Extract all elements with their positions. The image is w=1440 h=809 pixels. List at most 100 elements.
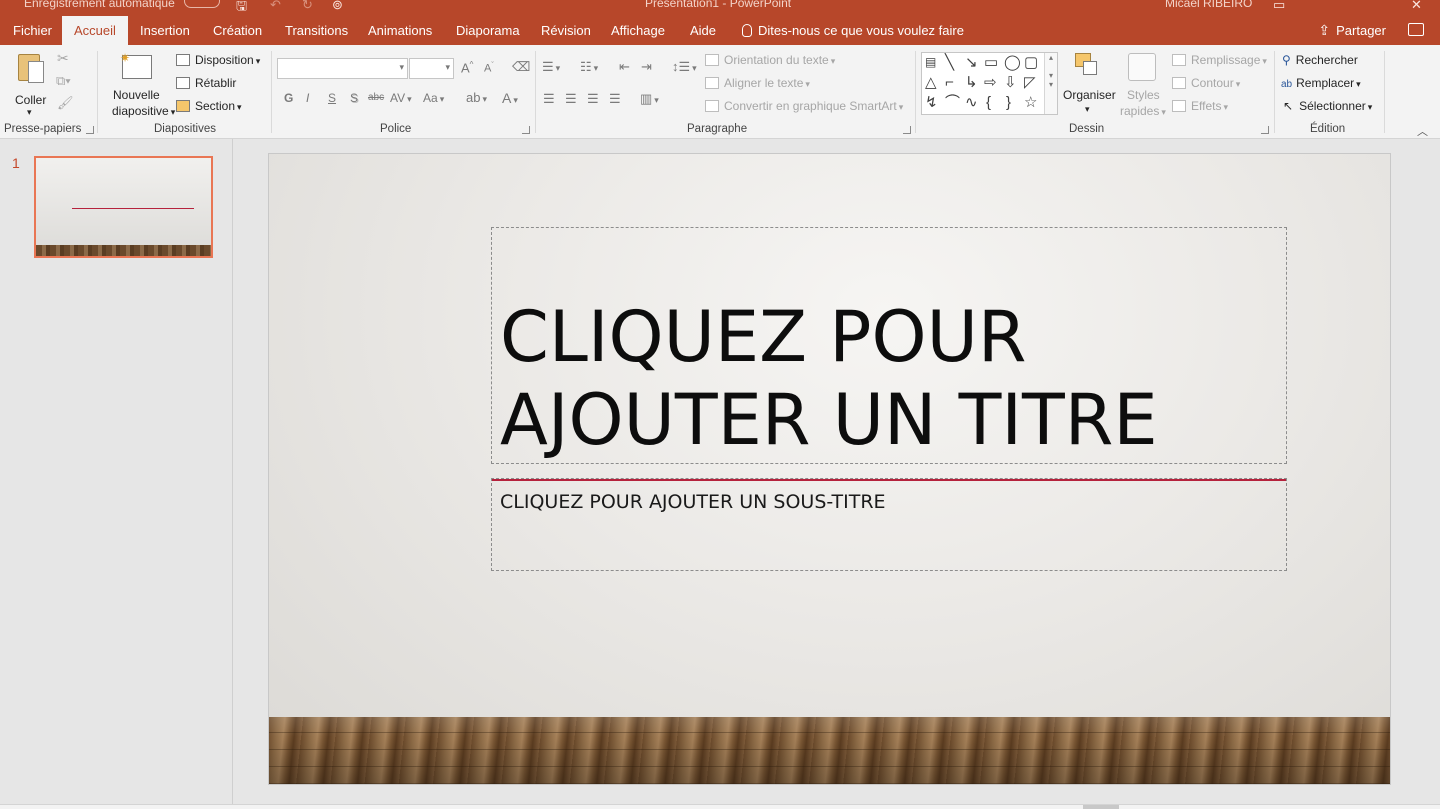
- shape-outline-button[interactable]: Contour: [1172, 76, 1240, 90]
- star-shape-icon[interactable]: ☆: [1024, 95, 1037, 110]
- oval-shape-icon[interactable]: ◯: [1004, 55, 1021, 70]
- right-arrow-shape-icon[interactable]: ⇨: [984, 75, 997, 90]
- rounded-rect-shape-icon[interactable]: ▢: [1024, 55, 1038, 70]
- shape-effects-button[interactable]: Effets: [1172, 99, 1228, 113]
- arrange-button[interactable]: Organiser ▾: [1062, 51, 1116, 117]
- copy-icon[interactable]: ⧉▾: [56, 73, 71, 89]
- align-text-button[interactable]: Aligner le texte: [705, 76, 810, 90]
- bullets-icon[interactable]: ☰: [542, 59, 560, 75]
- curve-shape-icon[interactable]: ↯: [925, 95, 938, 110]
- decrease-indent-icon[interactable]: ⇤: [619, 59, 630, 75]
- down-arrow-shape-icon[interactable]: ⇩: [1004, 75, 1017, 90]
- tab-transitions[interactable]: Transitions: [285, 16, 348, 45]
- new-slide-button[interactable]: ✷ Nouvelle diapositive: [108, 51, 169, 118]
- status-bar-button[interactable]: [1083, 805, 1119, 809]
- decrease-font-size-icon[interactable]: Aˇ: [484, 62, 494, 75]
- section-button[interactable]: Section: [176, 99, 242, 113]
- slide-number: 1: [12, 155, 20, 171]
- tell-me-search[interactable]: Dites-nous ce que vous voulez faire: [742, 16, 964, 45]
- format-painter-icon[interactable]: 🖌: [57, 95, 74, 111]
- text-direction-button[interactable]: Orientation du texte: [705, 53, 835, 67]
- align-right-icon[interactable]: ☰: [587, 91, 599, 107]
- user-name[interactable]: Micael RIBEIRO: [1165, 0, 1252, 10]
- drawing-launcher-icon[interactable]: [1261, 126, 1269, 134]
- elbow-connector-icon[interactable]: ⌐: [945, 75, 954, 90]
- share-button[interactable]: ⇪ Partager: [1318, 16, 1386, 45]
- close-window-icon[interactable]: ✕: [1411, 0, 1422, 13]
- paragraph-launcher-icon[interactable]: [903, 126, 911, 134]
- shapes-gallery-scroll[interactable]: ▴ ▾ ▾: [1044, 53, 1057, 114]
- slide-thumbnail[interactable]: [34, 156, 213, 258]
- tab-insertion[interactable]: Insertion: [140, 16, 190, 45]
- tab-aide[interactable]: Aide: [690, 16, 716, 45]
- font-color-button[interactable]: A: [502, 90, 518, 106]
- highlight-icon[interactable]: ab: [466, 90, 487, 105]
- select-button[interactable]: ↖ Sélectionner: [1283, 99, 1372, 113]
- justify-icon[interactable]: ☰: [609, 91, 621, 107]
- tab-accueil[interactable]: Accueil: [62, 16, 128, 45]
- shadow-button[interactable]: S: [350, 91, 358, 105]
- textbox-shape-icon[interactable]: ▤: [925, 56, 936, 68]
- tab-creation[interactable]: Création: [213, 16, 262, 45]
- bold-button[interactable]: G: [284, 91, 293, 105]
- comments-icon[interactable]: [1408, 23, 1424, 36]
- title-placeholder[interactable]: CLIQUEZ POUR AJOUTER UN TITRE: [491, 227, 1287, 464]
- font-size-field[interactable]: [409, 58, 454, 79]
- start-slideshow-icon[interactable]: ⊚: [332, 0, 343, 13]
- font-launcher-icon[interactable]: [522, 126, 530, 134]
- italic-button[interactable]: I: [306, 91, 309, 105]
- underline-button[interactable]: S: [328, 91, 336, 105]
- quick-styles-button[interactable]: Styles rapides: [1120, 51, 1164, 118]
- layout-label: Disposition: [195, 53, 254, 67]
- columns-icon[interactable]: ▥: [640, 91, 659, 107]
- shapes-gallery[interactable]: ▤ ╲ ↘ ▭ ◯ ▢ △ ⌐ ↳ ⇨ ⇩ ◸ ↯ ⌒ ∿ { } ☆ ▴ ▾ ▾: [921, 52, 1058, 115]
- increase-font-size-icon[interactable]: A^: [461, 60, 473, 75]
- triangle-shape-icon[interactable]: △: [925, 75, 937, 90]
- ribbon-display-options-icon[interactable]: ▭: [1273, 0, 1285, 13]
- shape-fill-button[interactable]: Remplissage: [1172, 53, 1267, 67]
- snip-shape-icon[interactable]: ◸: [1024, 75, 1036, 90]
- paste-button[interactable]: Coller ▾: [10, 51, 52, 117]
- tab-affichage[interactable]: Affichage: [611, 16, 665, 45]
- change-case-button[interactable]: Aa: [423, 91, 444, 105]
- line-shape-icon[interactable]: ╲: [945, 55, 954, 70]
- replace-button[interactable]: ab Remplacer: [1281, 76, 1361, 90]
- redo-icon[interactable]: ↻: [302, 0, 313, 13]
- slide-canvas[interactable]: CLIQUEZ POUR AJOUTER UN TITRE CLIQUEZ PO…: [269, 154, 1390, 784]
- subtitle-placeholder[interactable]: CLIQUEZ POUR AJOUTER UN SOUS-TITRE: [491, 478, 1287, 571]
- elbow-arrow-icon[interactable]: ↳: [965, 75, 978, 90]
- paste-label: Coller: [15, 93, 47, 107]
- tab-fichier[interactable]: Fichier: [13, 16, 52, 45]
- strikethrough-button[interactable]: abc: [368, 92, 384, 103]
- save-icon[interactable]: 🖫: [236, 0, 247, 16]
- align-left-icon[interactable]: ☰: [543, 91, 555, 107]
- group-separator: [1274, 51, 1275, 133]
- clear-formatting-icon[interactable]: ⌫: [512, 59, 530, 75]
- slide-subtitle[interactable]: CLIQUEZ POUR AJOUTER UN SOUS-TITRE: [500, 491, 886, 513]
- collapse-ribbon-icon[interactable]: ︿: [1417, 123, 1428, 139]
- right-brace-icon[interactable]: }: [1006, 95, 1011, 110]
- increase-indent-icon[interactable]: ⇥: [641, 59, 652, 75]
- slide-title[interactable]: CLIQUEZ POUR AJOUTER UN TITRE: [500, 296, 1280, 462]
- numbering-icon[interactable]: ☷: [580, 59, 598, 75]
- tab-animations[interactable]: Animations: [368, 16, 432, 45]
- tab-diaporama[interactable]: Diaporama: [456, 16, 520, 45]
- arc-shape-icon[interactable]: ⌒: [945, 95, 960, 110]
- layout-button[interactable]: Disposition: [176, 53, 260, 67]
- tab-revision[interactable]: Révision: [541, 16, 591, 45]
- undo-icon[interactable]: ↶: [270, 0, 281, 13]
- rectangle-shape-icon[interactable]: ▭: [984, 55, 998, 70]
- smartart-button[interactable]: Convertir en graphique SmartArt: [705, 99, 903, 113]
- align-center-icon[interactable]: ☰: [565, 91, 577, 107]
- font-name-field[interactable]: [277, 58, 408, 79]
- clipboard-launcher-icon[interactable]: [86, 126, 94, 134]
- wave-shape-icon[interactable]: ∿: [965, 95, 978, 110]
- cut-icon[interactable]: ✂: [57, 50, 69, 67]
- find-button[interactable]: ⚲ Rechercher: [1282, 53, 1358, 67]
- arrow-line-shape-icon[interactable]: ↘: [965, 55, 978, 70]
- line-spacing-icon[interactable]: ↕☰: [672, 59, 697, 75]
- left-brace-icon[interactable]: {: [986, 95, 991, 110]
- reset-button[interactable]: Rétablir: [176, 76, 236, 90]
- autosave-toggle[interactable]: [184, 0, 220, 8]
- character-spacing-button[interactable]: AV: [390, 91, 412, 105]
